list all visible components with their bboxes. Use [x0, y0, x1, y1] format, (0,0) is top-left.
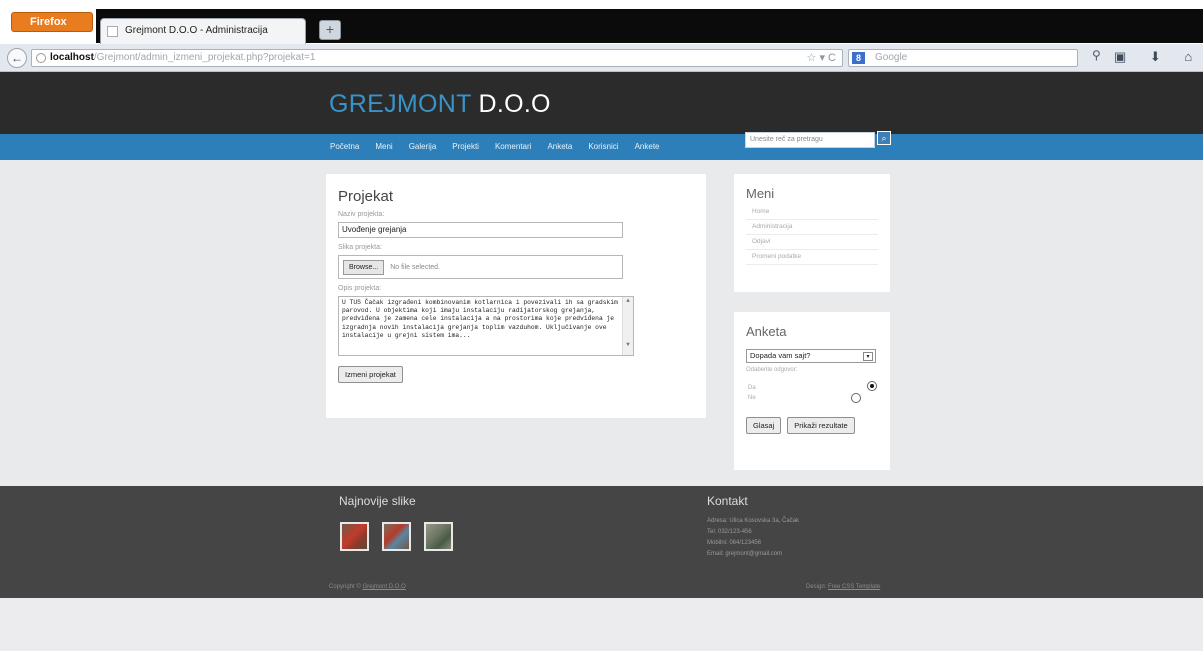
search-icon[interactable]: ⚲ — [1092, 48, 1101, 62]
toolbar-icons[interactable]: ▣ ⬇ ⌂ — [1114, 49, 1202, 65]
poll-question-select[interactable]: Dopada vam sajt? ▾ — [746, 349, 876, 363]
new-tab-button[interactable]: + — [319, 20, 341, 40]
contact-address: Adresa: Ulica Kosovska 3a, Čačak — [707, 518, 800, 524]
logo-text-part2: D.O.O — [478, 90, 551, 118]
copyright-prefix: Copyright © — [329, 584, 363, 590]
poll-radio-no[interactable] — [851, 393, 861, 403]
scroll-down-icon[interactable]: ▼ — [623, 341, 633, 349]
anketa-widget: Anketa Dopada vam sajt? ▾ Odaberite odgo… — [734, 312, 890, 470]
vote-button[interactable]: Glasaj — [746, 417, 782, 434]
menu-item-projekti[interactable]: Projekti — [452, 142, 479, 151]
search-engine-icon[interactable]: 8 — [852, 52, 865, 64]
poll-radio-yes[interactable] — [867, 381, 877, 391]
meni-item-home[interactable]: Home — [746, 205, 878, 220]
contact-phone: Tel: 032/123-456 — [707, 529, 752, 535]
contact-title: Kontakt — [707, 494, 748, 508]
site-menu: Početna Meni Galerija Projekti Komentari… — [330, 142, 659, 151]
poll-option-yes-label: Da — [748, 385, 756, 391]
copyright-text: Copyright © Grejmont D.O.O — [329, 584, 406, 590]
url-host: localhost — [50, 52, 94, 63]
meni-widget: Meni Home Administracija Odjavi Promeni … — [734, 174, 890, 292]
site-footer: Najnovije slike Kontakt Adresa: Ulica Ko… — [0, 486, 1203, 598]
gallery-thumbnail[interactable] — [340, 522, 369, 551]
logo-text-part1: GREJMONT — [329, 90, 479, 118]
page-bottom-background — [0, 598, 1203, 651]
contact-email: Email: grejmont@gmail.com — [707, 551, 783, 557]
meni-item-administracija[interactable]: Administracija — [746, 220, 878, 235]
firefox-menu-button[interactable]: Firefox — [11, 12, 93, 32]
address-bar[interactable]: localhost/Grejmont/admin_izmeni_projekat… — [31, 49, 843, 67]
design-link[interactable]: Free CSS Template — [828, 584, 880, 590]
contact-details: Adresa: Ulica Kosovska 3a, Čačak Tel: 03… — [707, 516, 799, 560]
site-search-input[interactable]: Unesite reč za pretragu — [745, 132, 875, 148]
menu-item-ankete[interactable]: Ankete — [635, 142, 660, 151]
site-search-button[interactable]: ⌕ — [877, 131, 891, 145]
project-name-input[interactable]: Uvođenje grejanja — [338, 222, 623, 238]
meni-item-promeni-podatke[interactable]: Promeni podatke — [746, 250, 878, 265]
url-path: /Grejmont/admin_izmeni_projekat.php?proj… — [93, 52, 316, 63]
gallery-thumbnail[interactable] — [424, 522, 453, 551]
menu-item-meni[interactable]: Meni — [375, 142, 392, 151]
poll-option-no-label: Ne — [748, 395, 756, 401]
site-menu-bar: Početna Meni Galerija Projekti Komentari… — [0, 134, 1203, 160]
menu-item-komentari[interactable]: Komentari — [495, 142, 531, 151]
search-engine-name: Google — [875, 52, 908, 63]
browser-search-box[interactable]: 8 Google — [848, 49, 1078, 67]
no-file-text: No file selected. — [390, 263, 440, 271]
bookmark-reload-icons[interactable]: ☆ ▾ C — [807, 51, 836, 64]
poll-question-value: Dopada vam sajt? — [750, 351, 811, 360]
project-name-label: Naziv projekta: — [338, 211, 385, 218]
tab-title: Grejmont D.O.O - Administracija — [125, 25, 268, 36]
menu-item-korisnici[interactable]: Korisnici — [588, 142, 618, 151]
poll-options: Da Ne — [746, 381, 878, 407]
update-project-button[interactable]: Izmeni projekat — [338, 366, 403, 383]
textarea-scrollbar[interactable]: ▲ ▼ — [622, 297, 633, 355]
project-text-content: U TUS Čačak izgrađeni kombinovanim kotla… — [342, 299, 618, 339]
panel-title: Projekat — [338, 188, 394, 205]
latest-images-title: Najnovije slike — [339, 494, 416, 508]
meni-item-odjavi[interactable]: Odjavi — [746, 235, 878, 250]
anketa-title: Anketa — [746, 324, 787, 339]
project-image-label: Slika projekta: — [338, 244, 382, 251]
browser-navigation-bar: ← localhost/Grejmont/admin_izmeni_projek… — [0, 44, 1203, 72]
contact-mobile: Mobilni: 064/123456 — [707, 540, 762, 546]
project-image-file-input[interactable]: Browse... No file selected. — [338, 255, 623, 279]
browser-tab-strip: Firefox Grejmont D.O.O - Administracija … — [0, 0, 1203, 44]
site-identity-icon[interactable] — [36, 53, 46, 63]
gallery-thumbnail[interactable] — [382, 522, 411, 551]
back-button[interactable]: ← — [7, 48, 27, 68]
browse-button[interactable]: Browse... — [343, 259, 385, 275]
project-text-area[interactable]: U TUS Čačak izgrađeni kombinovanim kotla… — [338, 296, 634, 356]
show-results-button[interactable]: Prikaži rezultate — [787, 417, 855, 434]
menu-item-galerija[interactable]: Galerija — [409, 142, 437, 151]
project-edit-panel: Projekat Naziv projekta: Uvođenje grejan… — [326, 174, 706, 418]
design-credit: Design: Free CSS Template — [806, 584, 880, 590]
menu-item-pocetna[interactable]: Početna — [330, 142, 359, 151]
copyright-link[interactable]: Grejmont D.O.O — [362, 584, 405, 590]
scroll-up-icon[interactable]: ▲ — [623, 297, 633, 305]
project-text-label: Opis projekta: — [338, 285, 382, 292]
poll-buttons: Glasaj Prikaži rezultate — [746, 417, 878, 434]
latest-images-gallery — [340, 522, 453, 551]
menu-item-anketa[interactable]: Anketa — [547, 142, 572, 151]
meni-title: Meni — [746, 186, 775, 201]
browser-tab-active[interactable]: Grejmont D.O.O - Administracija — [100, 18, 306, 44]
site-header: GREJMONT D.O.O — [0, 72, 1203, 134]
page-favicon-icon — [107, 26, 118, 37]
design-prefix: Design: — [806, 584, 829, 590]
dropdown-arrow-icon[interactable]: ▾ — [863, 352, 873, 361]
site-logo[interactable]: GREJMONT D.O.O — [329, 90, 551, 119]
poll-sub-label: Odaberite odgovor: — [746, 367, 798, 373]
